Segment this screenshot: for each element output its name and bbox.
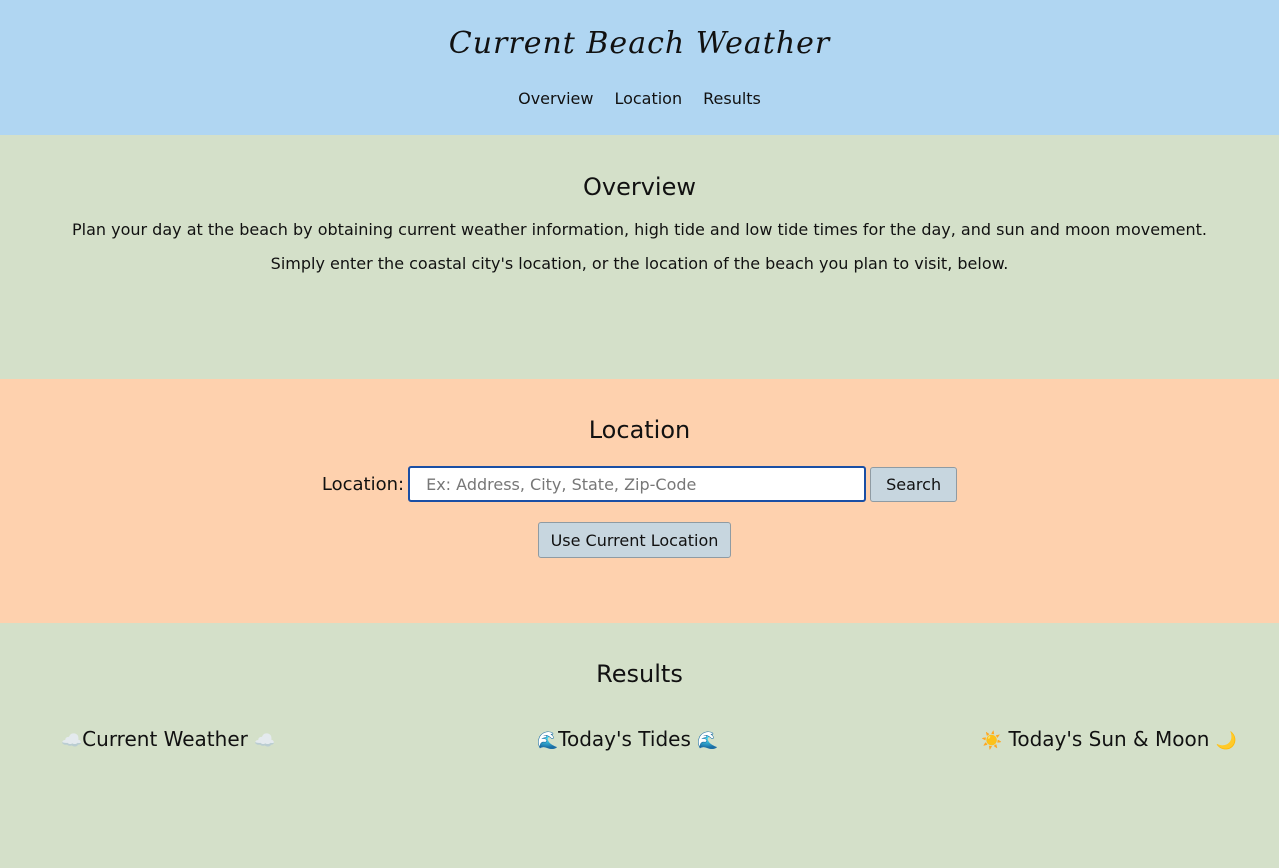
- search-button[interactable]: Search: [870, 466, 958, 502]
- overview-paragraph-2: Simply enter the coastal city's location…: [270, 254, 1009, 273]
- overview-heading: Overview: [583, 173, 696, 201]
- current-weather-label: Current Weather: [82, 727, 248, 751]
- todays-tides-label: Today's Tides: [558, 727, 691, 751]
- wave-icon: 🌊: [697, 731, 719, 751]
- moon-icon: 🌙: [1215, 731, 1237, 751]
- current-weather-header: ☁️Current Weather ☁️: [61, 727, 275, 751]
- sun-moon-header: ☀️ Today's Sun & Moon 🌙: [981, 727, 1237, 751]
- nav-location[interactable]: Location: [614, 89, 682, 108]
- main-nav: Overview Location Results: [0, 89, 1279, 108]
- overview-paragraph-1: Plan your day at the beach by obtaining …: [71, 220, 1208, 239]
- todays-tides-header: 🌊Today's Tides 🌊: [537, 727, 718, 751]
- cloud-icon: ☁️: [61, 731, 83, 751]
- cloud-icon: ☁️: [254, 731, 276, 751]
- overview-section: Overview Plan your day at the beach by o…: [0, 135, 1279, 379]
- location-section: Location Location: Search Use Current Lo…: [0, 379, 1279, 623]
- site-title: Current Beach Weather: [448, 26, 831, 61]
- results-section: Results ☁️Current Weather ☁️ 🌊Today's Ti…: [0, 623, 1279, 868]
- location-heading: Location: [588, 416, 691, 444]
- site-header: Current Beach Weather Overview Location …: [0, 0, 1279, 135]
- nav-overview[interactable]: Overview: [518, 89, 593, 108]
- location-search-row: Location: Search: [0, 466, 1279, 502]
- nav-results[interactable]: Results: [703, 89, 761, 108]
- use-current-location-button[interactable]: Use Current Location: [538, 522, 731, 558]
- results-heading: Results: [596, 660, 683, 688]
- sun-icon: ☀️: [981, 731, 1003, 751]
- location-input[interactable]: [408, 466, 867, 502]
- sun-moon-label: Today's Sun & Moon: [1008, 727, 1210, 751]
- wave-icon: 🌊: [537, 731, 559, 751]
- location-label: Location:: [321, 473, 405, 495]
